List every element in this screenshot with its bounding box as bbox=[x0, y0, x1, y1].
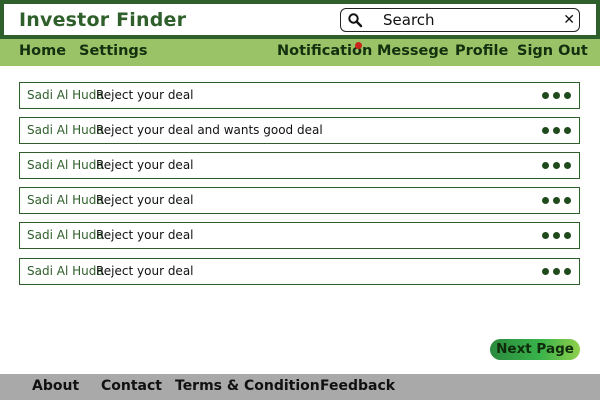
nav-home[interactable]: Home bbox=[19, 43, 66, 59]
nav-message[interactable]: Messege bbox=[377, 43, 449, 59]
notification-message: Reject your deal bbox=[96, 264, 194, 278]
footer: About Contact Terms & Condition Feedback bbox=[0, 374, 600, 400]
more-options-icon[interactable] bbox=[542, 92, 572, 100]
footer-about[interactable]: About bbox=[32, 378, 79, 394]
footer-terms[interactable]: Terms & Condition bbox=[175, 378, 320, 394]
notification-message: Reject your deal bbox=[96, 193, 194, 207]
app-header: Investor Finder ✕ bbox=[0, 0, 600, 39]
sender-name[interactable]: Sadi Al Huda bbox=[27, 88, 104, 102]
sender-name[interactable]: Sadi Al Huda bbox=[27, 228, 104, 242]
notification-message: Reject your deal bbox=[96, 88, 194, 102]
nav-sign-out[interactable]: Sign Out bbox=[517, 43, 588, 59]
search-icon[interactable] bbox=[347, 12, 363, 28]
next-page-button[interactable]: Next Page bbox=[490, 339, 580, 360]
more-options-icon[interactable] bbox=[542, 268, 572, 276]
notification-row[interactable]: Sadi Al Huda Reject your deal bbox=[19, 82, 580, 109]
sender-name[interactable]: Sadi Al Huda bbox=[27, 193, 104, 207]
more-options-icon[interactable] bbox=[542, 197, 572, 205]
search-input[interactable] bbox=[383, 10, 553, 30]
nav-profile[interactable]: Profile bbox=[455, 43, 508, 59]
main-nav: Home Settings Notification Messege Profi… bbox=[0, 39, 600, 66]
sender-name[interactable]: Sadi Al Huda bbox=[27, 123, 104, 137]
more-options-icon[interactable] bbox=[542, 162, 572, 170]
nav-settings[interactable]: Settings bbox=[79, 43, 147, 59]
more-options-icon[interactable] bbox=[542, 127, 572, 135]
notification-dot bbox=[355, 42, 362, 49]
footer-feedback[interactable]: Feedback bbox=[320, 378, 395, 394]
notification-row[interactable]: Sadi Al Huda Reject your deal bbox=[19, 222, 580, 249]
app-title: Investor Finder bbox=[19, 9, 187, 31]
footer-contact[interactable]: Contact bbox=[101, 378, 162, 394]
search-box[interactable]: ✕ bbox=[340, 8, 580, 32]
notification-row[interactable]: Sadi Al Huda Reject your deal and wants … bbox=[19, 117, 580, 144]
notification-row[interactable]: Sadi Al Huda Reject your deal bbox=[19, 152, 580, 179]
notification-row[interactable]: Sadi Al Huda Reject your deal bbox=[19, 187, 580, 214]
sender-name[interactable]: Sadi Al Huda bbox=[27, 264, 104, 278]
notification-message: Reject your deal bbox=[96, 228, 194, 242]
notification-row[interactable]: Sadi Al Huda Reject your deal bbox=[19, 258, 580, 285]
more-options-icon[interactable] bbox=[542, 232, 572, 240]
close-icon[interactable]: ✕ bbox=[563, 10, 575, 30]
notification-message: Reject your deal bbox=[96, 158, 194, 172]
notification-message: Reject your deal and wants good deal bbox=[96, 123, 323, 137]
sender-name[interactable]: Sadi Al Huda bbox=[27, 158, 104, 172]
